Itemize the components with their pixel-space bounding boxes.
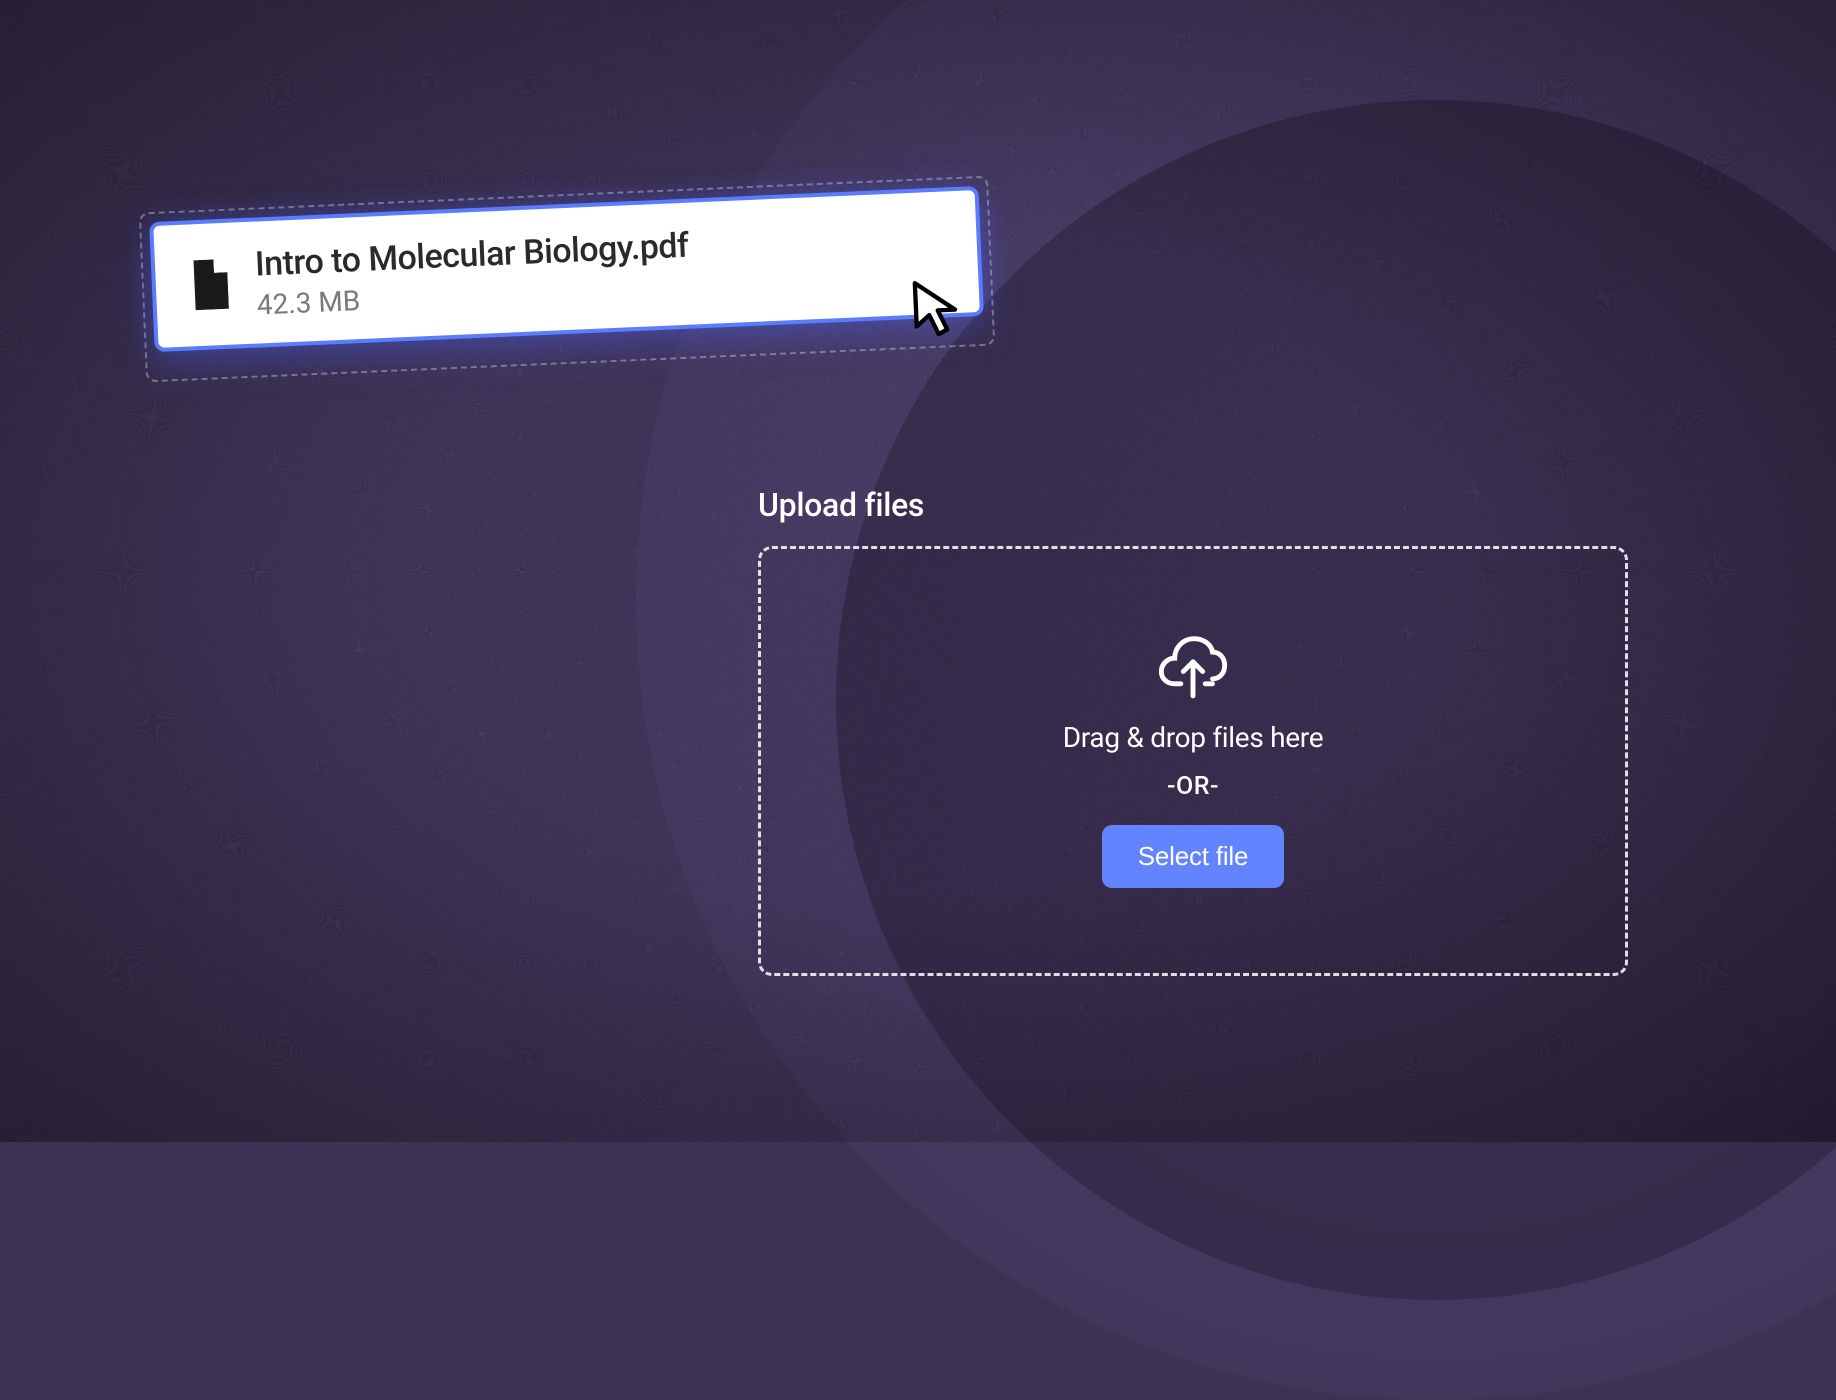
dragged-file-container: Intro to Molecular Biology.pdf 42.3 MB [139,176,996,383]
select-file-button[interactable]: Select file [1102,825,1285,888]
upload-title: Upload files [758,486,1628,524]
cursor-icon [910,277,965,339]
drag-outline: Intro to Molecular Biology.pdf 42.3 MB [139,176,996,383]
cloud-upload-icon [1154,635,1232,703]
file-card[interactable]: Intro to Molecular Biology.pdf 42.3 MB [149,186,984,352]
upload-section: Upload files Drag & drop files here -OR-… [758,486,1628,976]
file-icon [187,259,229,311]
dropzone-or-separator: -OR- [1167,772,1219,801]
dropzone-instruction: Drag & drop files here [1063,721,1324,754]
dropzone[interactable]: Drag & drop files here -OR- Select file [758,546,1628,976]
file-info: Intro to Molecular Biology.pdf 42.3 MB [254,225,691,321]
